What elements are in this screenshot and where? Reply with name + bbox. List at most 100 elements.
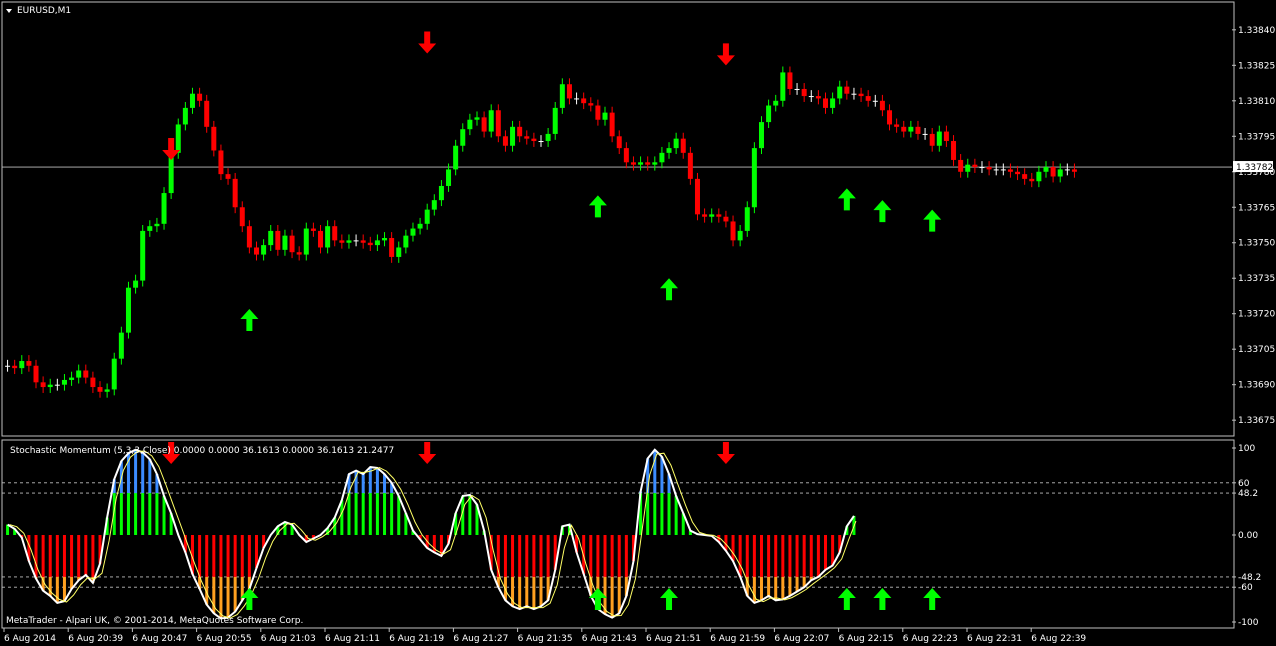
- candle-body: [737, 230, 743, 241]
- candle-body: [595, 105, 601, 120]
- time-tick-label: 6 Aug 22:39: [1031, 634, 1086, 644]
- candle-body: [367, 242, 373, 246]
- candle-body: [296, 252, 302, 255]
- candle-body: [1029, 178, 1035, 182]
- price-tick-label: 1.33765: [1238, 203, 1275, 213]
- candle-body: [19, 361, 25, 369]
- candle-body: [645, 162, 651, 165]
- candle-body: [730, 221, 736, 241]
- candle-body: [751, 148, 757, 208]
- symbol-title: EURUSD,M1: [17, 6, 71, 16]
- candle-body: [581, 98, 587, 104]
- histogram-bar: [617, 535, 621, 577]
- candle-body: [1071, 169, 1077, 172]
- indicator-title: Stochastic Momentum (5,3,3,Close) 0.0000…: [10, 446, 394, 456]
- candle-body: [673, 138, 679, 149]
- candle-body: [858, 93, 864, 97]
- candle-body: [638, 162, 644, 165]
- candle-body: [1000, 169, 1006, 171]
- indicator-tick-label: -100: [1238, 618, 1259, 628]
- candle-body: [524, 136, 530, 139]
- histogram-bar: [532, 535, 536, 577]
- candle-body: [659, 152, 665, 163]
- candle-body: [197, 93, 203, 101]
- candle-body: [182, 107, 188, 125]
- buy-arrow-icon: [837, 188, 856, 211]
- histogram-bar: [788, 535, 792, 577]
- histogram-bar: [233, 535, 237, 577]
- candle-body: [495, 110, 501, 137]
- candle-body: [943, 131, 949, 142]
- candle-body: [538, 141, 544, 143]
- candle-body: [623, 148, 629, 163]
- candle-body: [275, 230, 281, 250]
- histogram-bar: [816, 535, 820, 577]
- candle-body: [424, 209, 430, 224]
- indicator-sell-arrow-icon: [418, 442, 437, 464]
- candle-body: [986, 167, 992, 170]
- histogram-bar: [247, 535, 251, 577]
- mt4-chart-window[interactable]: 1.338401.338251.338101.337951.337801.337…: [0, 0, 1276, 646]
- histogram-bar: [354, 493, 358, 535]
- histogram-bar: [738, 535, 742, 577]
- indicator-buy-arrow-icon: [873, 588, 892, 610]
- symbol-dropdown-icon[interactable]: [6, 9, 12, 13]
- candle-body: [709, 214, 715, 217]
- candle-body: [1036, 171, 1042, 182]
- time-tick-label: 6 Aug 22:23: [903, 634, 958, 644]
- candle-body: [872, 100, 878, 102]
- candle-body: [90, 377, 96, 388]
- candle-body: [332, 226, 338, 241]
- candle-body: [559, 84, 565, 108]
- histogram-bar: [134, 493, 138, 535]
- histogram-bar: [511, 535, 515, 577]
- histogram-bar: [759, 535, 763, 577]
- candle-body: [218, 150, 224, 175]
- histogram-bar: [795, 576, 799, 592]
- time-tick-label: 6 Aug 21:35: [518, 634, 573, 644]
- time-tick-label: 6 Aug 2014: [4, 634, 56, 644]
- histogram-bar: [795, 535, 799, 577]
- price-tick-label: 1.33675: [1238, 416, 1275, 426]
- histogram-bar: [774, 535, 778, 577]
- time-tick-label: 6 Aug 22:31: [967, 634, 1022, 644]
- candle-body: [346, 240, 352, 243]
- candle-body: [915, 126, 921, 134]
- candle-body: [780, 72, 786, 101]
- candle-body: [574, 98, 580, 100]
- indicator-buy-arrow-icon: [660, 588, 679, 610]
- candle-body: [951, 141, 957, 160]
- histogram-bar: [119, 493, 123, 535]
- indicator-panel[interactable]: 100 6048.2 0.00 -48.2-60 -100: [2, 442, 1261, 628]
- price-panel[interactable]: 1.338401.338251.338101.337951.337801.337…: [2, 26, 1275, 426]
- candle-body: [609, 112, 615, 137]
- candle-body: [61, 379, 67, 385]
- histogram-bar: [667, 493, 671, 535]
- candle-body: [936, 131, 942, 146]
- histogram-bar: [368, 493, 372, 535]
- indicator-tick-label: 0.00: [1238, 531, 1258, 541]
- histogram-bar: [518, 535, 522, 577]
- candle-body: [12, 365, 18, 369]
- candle-body: [815, 96, 821, 99]
- histogram-bar: [84, 535, 88, 576]
- candle-body: [502, 136, 508, 146]
- candle-body: [111, 358, 117, 390]
- candle-body: [125, 287, 131, 333]
- histogram-bar: [781, 535, 785, 577]
- time-tick-label: 6 Aug 20:55: [197, 634, 252, 644]
- histogram-bar: [148, 493, 152, 535]
- sell-arrow-icon: [418, 31, 437, 54]
- candle-body: [175, 124, 181, 153]
- candle-body: [161, 193, 167, 224]
- candle-body: [794, 88, 800, 90]
- indicator-tick-label: 60: [1238, 479, 1250, 489]
- candle-body: [1007, 169, 1013, 172]
- candle-body: [723, 216, 729, 222]
- indicator-tick-label: -60: [1238, 583, 1253, 593]
- histogram-bar: [212, 535, 216, 577]
- histogram-bar: [503, 535, 507, 577]
- candle-body: [189, 93, 195, 108]
- candle-body: [5, 365, 11, 367]
- histogram-bar: [361, 493, 365, 535]
